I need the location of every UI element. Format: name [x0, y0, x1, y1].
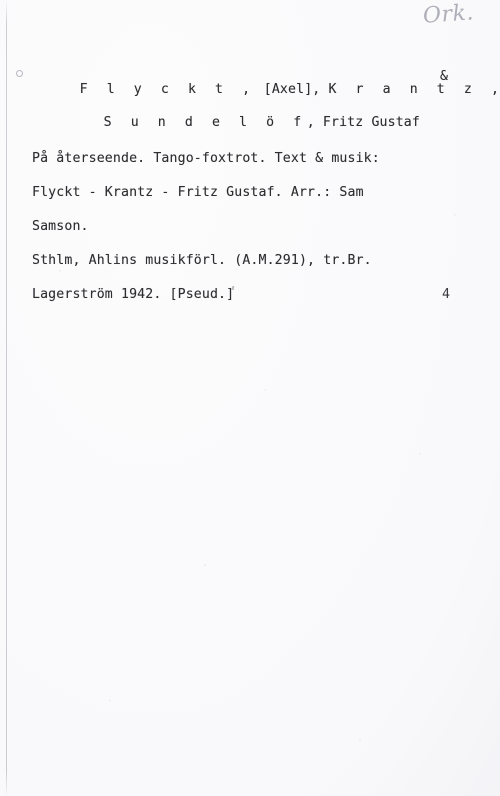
body-line-imprint: Sthlm, Ahlins musikförl. (A.M.291), tr.B…: [32, 253, 372, 268]
body-line-credits: Flyckt - Krantz - Fritz Gustaf. Arr.: Sa…: [32, 185, 364, 200]
body-line-printer-year-note: Lagerström 1942. [Pseud.]: [32, 287, 235, 302]
catalog-card: Ork. F l y c k t , [Axel], K r a n t z ,…: [0, 0, 500, 796]
author-surname-krantz: K r a n t z ,: [328, 82, 500, 98]
author-surname-flyckt: F l y c k t ,: [79, 82, 256, 98]
card-page-number: 4: [442, 287, 450, 302]
author-forename-fritz-gustaf: , Fritz Gustaf: [306, 115, 420, 131]
heading-line-2: S u n d e l ö f, Fritz Gustaf: [56, 103, 420, 143]
author-forename-axel: [Axel],: [255, 82, 329, 98]
typewritten-text-block: F l y c k t , [Axel], K r a n t z , & S u…: [0, 0, 500, 796]
ampersand-connector: &: [440, 69, 448, 84]
body-line-arranger-cont: Samson.: [32, 219, 89, 234]
body-line-title-genre: På återseende. Tango-foxtrot. Text & mus…: [32, 151, 380, 166]
author-surname-sundelof: S u n d e l ö f: [103, 115, 307, 131]
